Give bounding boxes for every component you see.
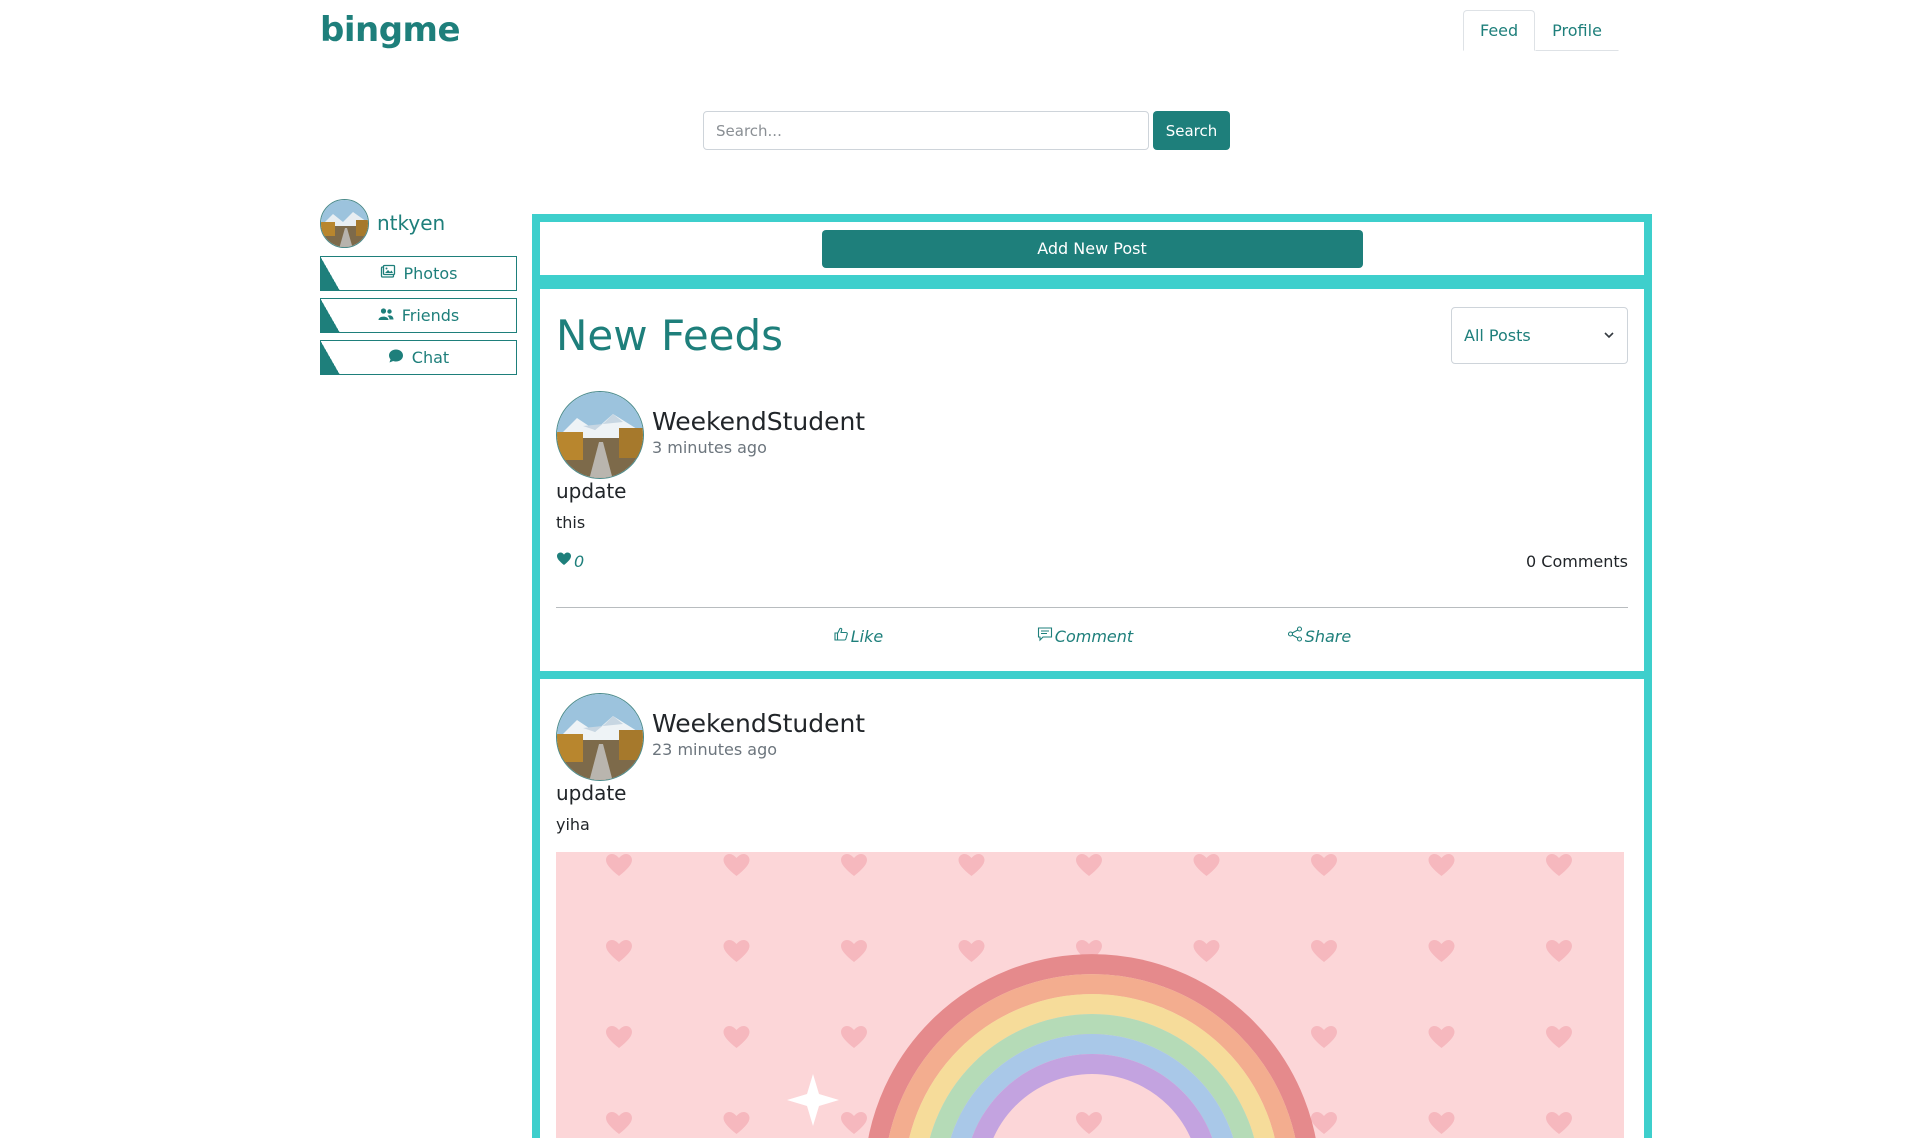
feed-panel: New Feeds All Posts WeekendStudent 3 min… bbox=[540, 289, 1644, 671]
post-stats: 0 0 Comments bbox=[556, 550, 1628, 572]
friends-icon bbox=[378, 306, 394, 326]
heart-icon bbox=[556, 551, 572, 571]
post-image[interactable] bbox=[556, 852, 1624, 1138]
sidebar-item-label: Photos bbox=[403, 264, 458, 283]
like-button[interactable]: Like bbox=[833, 626, 883, 646]
comment-button[interactable]: Comment bbox=[1037, 626, 1133, 646]
photos-icon bbox=[380, 264, 396, 284]
add-post-button[interactable]: Add New Post bbox=[821, 229, 1363, 268]
post-header: WeekendStudent 3 minutes ago bbox=[556, 391, 1628, 479]
post-title: update bbox=[556, 479, 627, 503]
post-title: update bbox=[556, 781, 627, 805]
share-label: Share bbox=[1304, 626, 1352, 646]
post-actions: Like Comment Share bbox=[556, 608, 1628, 664]
sidebar-item-chat[interactable]: Chat bbox=[320, 340, 517, 375]
sidebar: ntkyen Photos Friends Chat bbox=[320, 197, 517, 375]
post-meta: WeekendStudent 23 minutes ago bbox=[652, 693, 865, 759]
page-title: New Feeds bbox=[556, 310, 784, 360]
like-label: Like bbox=[850, 626, 884, 646]
comment-label: Comment bbox=[1054, 626, 1134, 646]
post-body: yiha bbox=[556, 815, 590, 834]
sidebar-item-label: Friends bbox=[401, 306, 460, 325]
post-header: WeekendStudent 23 minutes ago bbox=[556, 679, 1628, 781]
post-filter-select[interactable]: All Posts bbox=[1451, 306, 1628, 364]
post-body: this bbox=[556, 513, 586, 532]
post-author[interactable]: WeekendStudent bbox=[652, 407, 865, 436]
post-meta: WeekendStudent 3 minutes ago bbox=[652, 391, 865, 457]
comment-icon bbox=[1037, 626, 1053, 646]
author-avatar[interactable] bbox=[556, 693, 644, 781]
post-card: WeekendStudent 23 minutes ago update yih… bbox=[540, 679, 1644, 1138]
sidebar-item-label: Chat bbox=[411, 348, 450, 367]
corner-accent bbox=[320, 340, 340, 375]
corner-accent bbox=[320, 256, 340, 291]
search-bar: Search bbox=[703, 111, 1230, 150]
tab-feed[interactable]: Feed bbox=[1463, 10, 1536, 51]
like-count-value: 0 bbox=[574, 551, 585, 571]
post-timestamp: 3 minutes ago bbox=[652, 438, 767, 457]
share-button[interactable]: Share bbox=[1287, 626, 1352, 646]
tab-profile[interactable]: Profile bbox=[1535, 10, 1619, 51]
author-avatar[interactable] bbox=[556, 391, 644, 479]
post-timestamp: 23 minutes ago bbox=[652, 740, 778, 759]
top-nav: Feed Profile bbox=[1463, 10, 1619, 51]
avatar bbox=[320, 198, 369, 248]
sidebar-item-photos[interactable]: Photos bbox=[320, 256, 517, 291]
corner-accent bbox=[320, 298, 340, 333]
like-count: 0 bbox=[556, 551, 584, 571]
add-post-panel: Add New Post bbox=[540, 222, 1644, 275]
comment-count[interactable]: 0 Comments bbox=[1526, 552, 1628, 571]
post-card: WeekendStudent 3 minutes ago update this… bbox=[556, 391, 1628, 664]
current-user[interactable]: ntkyen bbox=[320, 197, 517, 249]
chat-icon bbox=[388, 348, 404, 368]
app-logo[interactable]: bingme bbox=[320, 10, 461, 50]
search-input[interactable] bbox=[703, 111, 1149, 150]
filter-selected-value: All Posts bbox=[1464, 325, 1531, 345]
sidebar-item-friends[interactable]: Friends bbox=[320, 298, 517, 333]
main-feed: Add New Post New Feeds All Posts Weekend… bbox=[532, 214, 1652, 1138]
username: ntkyen bbox=[377, 211, 446, 235]
share-icon bbox=[1287, 626, 1303, 646]
thumbs-up-icon bbox=[833, 626, 849, 646]
chevron-down-icon bbox=[1603, 326, 1615, 345]
feed-header: New Feeds All Posts bbox=[556, 289, 1628, 381]
search-button[interactable]: Search bbox=[1153, 111, 1230, 150]
post-author[interactable]: WeekendStudent bbox=[652, 709, 865, 738]
